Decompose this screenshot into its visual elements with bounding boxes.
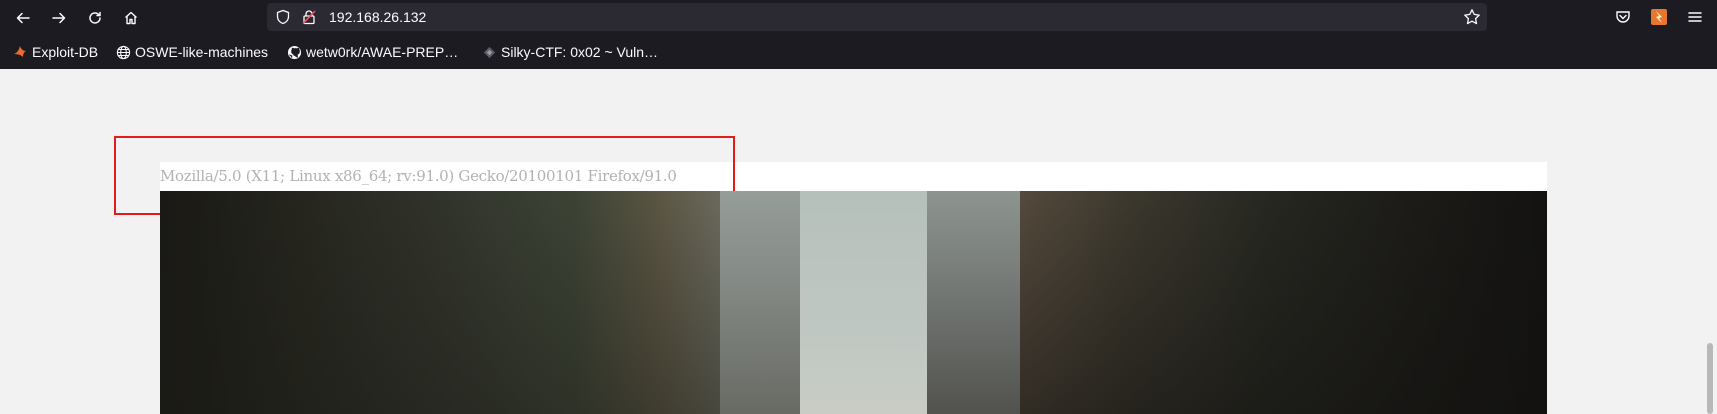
foxyproxy-icon [1651, 9, 1667, 25]
bookmark-oswe-like-machines[interactable]: OSWE-like-machines [115, 42, 268, 62]
arrow-right-icon [52, 12, 66, 24]
shield-icon[interactable] [275, 9, 291, 25]
hamburger-menu-icon [1688, 12, 1702, 22]
forward-button[interactable] [45, 4, 73, 32]
bookmark-label: wetw0rk/AWAE-PREP… [306, 44, 459, 60]
star-icon[interactable] [1463, 8, 1481, 26]
foxyproxy-button[interactable] [1649, 7, 1669, 27]
bookmark-label: Exploit-DB [32, 44, 99, 60]
browser-toolbar: 192.168.26.132 [0, 0, 1717, 35]
url-bar[interactable]: 192.168.26.132 [267, 3, 1487, 31]
bookmark-label: Silky-CTF: 0x02 ~ Vuln… [501, 44, 659, 60]
reload-icon [89, 11, 101, 24]
image-trees-right [927, 191, 1547, 414]
bookmark-exploit-db[interactable]: Exploit-DB [12, 42, 98, 62]
bookmark-silky-ctf[interactable]: Silky-CTF: 0x02 ~ Vuln… [481, 42, 658, 62]
github-icon [286, 44, 302, 60]
globe-icon [115, 44, 131, 60]
menu-button[interactable] [1685, 7, 1705, 27]
bookmark-awae-prep[interactable]: wetw0rk/AWAE-PREP… [286, 42, 458, 62]
bookmarks-toolbar: Exploit-DB OSWE-like-machines wetw0rk/AW… [0, 35, 1717, 69]
insecure-lock-icon[interactable] [301, 9, 317, 25]
url-text[interactable]: 192.168.26.132 [329, 9, 426, 25]
reload-button[interactable] [81, 4, 109, 32]
image-trees-left [160, 191, 800, 414]
page-scrollbar[interactable] [1707, 343, 1713, 414]
pocket-icon [1616, 11, 1630, 23]
pocket-button[interactable] [1613, 7, 1633, 27]
back-button[interactable] [9, 4, 37, 32]
vulnhub-icon [481, 44, 497, 60]
home-icon [125, 11, 137, 25]
forest-road-image [160, 191, 1547, 414]
home-button[interactable] [117, 4, 145, 32]
arrow-left-icon [16, 12, 30, 24]
exploit-db-icon [12, 44, 28, 60]
bookmark-label: OSWE-like-machines [135, 44, 269, 60]
